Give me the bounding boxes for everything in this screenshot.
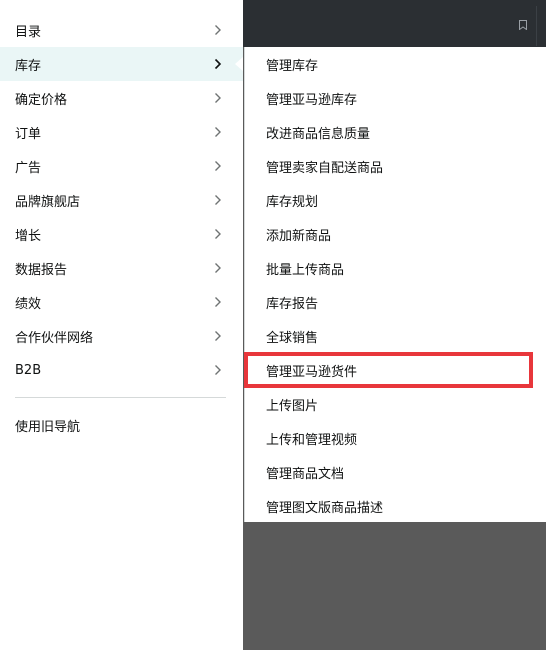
bookmark-icon[interactable] [519, 20, 527, 30]
chevron-right-icon [215, 365, 221, 375]
submenu-item-upload-videos[interactable]: 上传和管理视频 [266, 421, 357, 455]
chevron-right-icon [215, 229, 221, 239]
menu-divider [15, 397, 226, 398]
menu-item-label: 订单 [15, 126, 42, 142]
menu-item-label: 广告 [15, 160, 42, 176]
menu-item-b2b[interactable]: B2B [0, 353, 243, 387]
menu-item-catalog[interactable]: 目录 [0, 13, 243, 47]
submenu-item-manage-inventory[interactable]: 管理库存 [266, 47, 318, 81]
menu-item-orders[interactable]: 订单 [0, 115, 243, 149]
submenu-item-bulk-upload[interactable]: 批量上传商品 [266, 251, 344, 285]
submenu-item-manage-shipments[interactable]: 管理亚马逊货件 [266, 353, 357, 387]
menu-item-partner-network[interactable]: 合作伙伴网络 [0, 319, 243, 353]
inventory-submenu: 管理库存 管理亚马逊库存 改进商品信息质量 管理卖家自配送商品 库存规划 添加新… [244, 47, 546, 522]
chevron-right-icon [215, 127, 221, 137]
menu-item-advertising[interactable]: 广告 [0, 149, 243, 183]
menu-item-label: 库存 [15, 58, 42, 74]
menu-item-label: 品牌旗舰店 [15, 194, 81, 210]
menu-item-label: B2B [15, 362, 42, 378]
submenu-item-improve-listing-quality[interactable]: 改进商品信息质量 [266, 115, 370, 149]
chevron-right-icon [215, 161, 221, 171]
submenu-item-inventory-reports[interactable]: 库存报告 [266, 285, 318, 319]
menu-item-label: 目录 [15, 24, 42, 40]
legacy-nav-link[interactable]: 使用旧导航 [0, 408, 243, 442]
submenu-pointer [235, 57, 243, 71]
chevron-right-icon [215, 297, 221, 307]
header-divider [536, 6, 546, 46]
menu-item-inventory[interactable]: 库存 [0, 47, 243, 81]
menu-item-label: 数据报告 [15, 262, 68, 278]
chevron-right-icon [214, 58, 222, 70]
submenu-item-inventory-planning[interactable]: 库存规划 [266, 183, 318, 217]
menu-item-brand-store[interactable]: 品牌旗舰店 [0, 183, 243, 217]
menu-item-label: 合作伙伴网络 [15, 330, 94, 346]
chevron-right-icon [215, 331, 221, 341]
submenu-item-add-product[interactable]: 添加新商品 [266, 217, 331, 251]
legacy-nav-label: 使用旧导航 [15, 419, 81, 435]
menu-item-label: 确定价格 [15, 92, 68, 108]
submenu-item-manage-documents[interactable]: 管理商品文档 [266, 455, 344, 489]
menu-item-pricing[interactable]: 确定价格 [0, 81, 243, 115]
chevron-right-icon [215, 195, 221, 205]
chevron-right-icon [215, 263, 221, 273]
menu-item-label: 增长 [15, 228, 42, 244]
submenu-item-a-plus-content[interactable]: 管理图文版商品描述 [266, 489, 383, 523]
menu-item-label: 绩效 [15, 296, 42, 312]
submenu-item-manage-fba-inventory[interactable]: 管理亚马逊库存 [266, 81, 357, 115]
main-nav-menu: 目录 库存 确定价格 订单 广告 品牌旗舰店 增长 数据报告 绩效 合作伙伴网络 [0, 0, 243, 650]
submenu-item-manage-seller-fulfilled[interactable]: 管理卖家自配送商品 [266, 149, 383, 183]
menu-item-growth[interactable]: 增长 [0, 217, 243, 251]
menu-item-performance[interactable]: 绩效 [0, 285, 243, 319]
submenu-item-global-selling[interactable]: 全球销售 [266, 319, 318, 353]
menu-item-reports[interactable]: 数据报告 [0, 251, 243, 285]
chevron-right-icon [215, 25, 221, 35]
submenu-item-upload-images[interactable]: 上传图片 [266, 387, 318, 421]
chevron-right-icon [215, 93, 221, 103]
